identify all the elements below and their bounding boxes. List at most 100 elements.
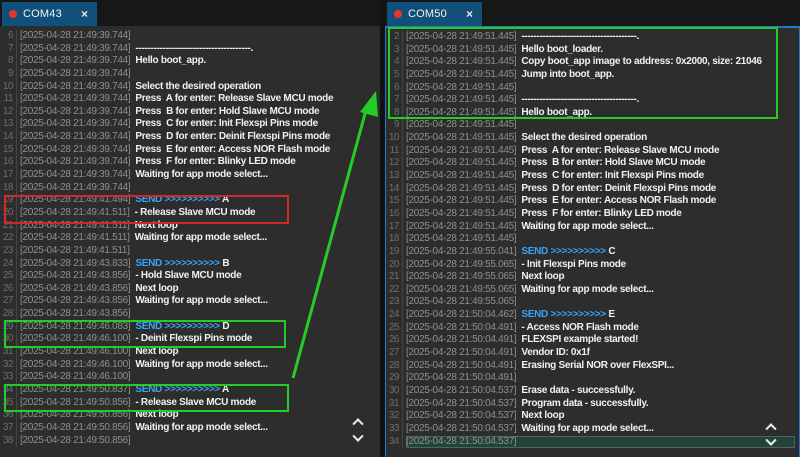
scroll-up-button[interactable]: [349, 414, 367, 430]
log-line[interactable]: 8 [2025-04-28 21:49:39.744] Hello boot_app…: [0, 55, 380, 68]
log-line[interactable]: 18 [2025-04-28 21:49:39.744]: [0, 181, 380, 195]
log-line[interactable]: 33 [2025-04-28 21:49:46.100]: [0, 371, 380, 384]
scroll-up-button[interactable]: [762, 419, 780, 435]
log-line[interactable]: 22 [2025-04-28 21:49:41.511] Waiting for a…: [0, 232, 380, 245]
log-line[interactable]: 18 [2025-04-28 21:49:51.445]: [386, 233, 799, 246]
log-line[interactable]: 34 [2025-04-28 21:50:04.537]: [386, 435, 799, 449]
log-line[interactable]: 9 [2025-04-28 21:49:51.445]: [386, 119, 799, 133]
log-line-content: [2025-04-28 21:49:39.744] Press F for ent…: [20, 156, 376, 169]
log-line[interactable]: 37 [2025-04-28 21:49:50.856] Waiting for a…: [0, 421, 380, 435]
log-line[interactable]: 30 [2025-04-28 21:50:04.537] Erase data - …: [386, 384, 799, 398]
line-number: 33: [386, 422, 403, 436]
tab-com43[interactable]: COM43 ×: [2, 2, 97, 26]
close-icon[interactable]: ×: [79, 8, 90, 20]
log-line[interactable]: 26 [2025-04-28 21:49:43.856] Next loop: [0, 282, 380, 296]
log-line[interactable]: 20 [2025-04-28 21:49:55.065] - Init Flexsp…: [386, 258, 799, 272]
line-number: 13: [0, 118, 17, 132]
log-line[interactable]: 11 [2025-04-28 21:49:39.744] Press A for e…: [0, 93, 380, 106]
log-line[interactable]: 23 [2025-04-28 21:49:41.511]: [0, 244, 380, 258]
log-line[interactable]: 4 [2025-04-28 21:49:51.445] Copy boot_app …: [386, 56, 799, 69]
log-line[interactable]: 5 [2025-04-28 21:49:51.445] Jump into boot…: [386, 68, 799, 82]
log-line[interactable]: 23 [2025-04-28 21:49:55.065]: [386, 296, 799, 310]
log-line-content: [2025-04-28 21:49:39.744] Press B for ent…: [20, 106, 376, 119]
line-number: 17: [0, 169, 17, 182]
line-number: 23: [0, 244, 17, 258]
log-line[interactable]: 7 [2025-04-28 21:49:39.744] --------------…: [0, 42, 380, 56]
log-line-content: [2025-04-28 21:49:51.445] Jump into boot_…: [406, 69, 795, 82]
log-line[interactable]: 10 [2025-04-28 21:49:51.445] Select the de…: [386, 132, 799, 145]
log-line-content: [2025-04-28 21:49:50.837] SEND >>>>>>>>>>…: [20, 384, 376, 397]
timestamp: [2025-04-28 21:49:51.445]: [406, 233, 517, 245]
log-line[interactable]: 16 [2025-04-28 21:49:51.445] Press F for e…: [386, 207, 799, 221]
log-message: Press E for enter: Access NOR Flash mode: [521, 195, 717, 207]
log-line[interactable]: 21 [2025-04-28 21:49:41.511] Next loop: [0, 219, 380, 233]
log-line[interactable]: 13 [2025-04-28 21:49:51.445] Press C for e…: [386, 170, 799, 183]
log-line-content: [2025-04-28 21:49:51.445] Press E for ent…: [406, 195, 795, 208]
log-line[interactable]: 22 [2025-04-28 21:49:55.065] Waiting for a…: [386, 283, 799, 297]
log-line[interactable]: 8 [2025-04-28 21:49:51.445] Hello boot_app…: [386, 106, 799, 120]
log-line[interactable]: 38 [2025-04-28 21:49:50.856]: [0, 434, 380, 448]
log-line[interactable]: 29 [2025-04-28 21:49:46.083] SEND >>>>>>>>…: [0, 320, 380, 334]
send-label: SEND >>>>>>>>>>: [135, 320, 220, 332]
log-line[interactable]: 14 [2025-04-28 21:49:51.445] Press D for e…: [386, 182, 799, 196]
log-line[interactable]: 25 [2025-04-28 21:49:43.856] - Hold Slave …: [0, 270, 380, 283]
log-line[interactable]: 20 [2025-04-28 21:49:41.511] - Release Sla…: [0, 206, 380, 220]
log-line[interactable]: 27 [2025-04-28 21:49:43.856] Waiting for a…: [0, 295, 380, 309]
timestamp: [2025-04-28 21:50:04.537]: [406, 384, 517, 396]
log-line[interactable]: 31 [2025-04-28 21:49:46.100] Next loop: [0, 346, 380, 359]
log-line[interactable]: 29 [2025-04-28 21:50:04.491]: [386, 372, 799, 385]
log-line[interactable]: 24 [2025-04-28 21:49:43.833] SEND >>>>>>>>…: [0, 257, 380, 271]
log-line[interactable]: 28 [2025-04-28 21:49:43.856]: [0, 308, 380, 321]
log-line[interactable]: 3 [2025-04-28 21:49:51.445] Hello boot_loa…: [386, 43, 799, 57]
log-line[interactable]: 19 [2025-04-28 21:49:41.494] SEND >>>>>>>>…: [0, 194, 380, 207]
tab-com50[interactable]: COM50 ×: [387, 2, 482, 26]
log-line[interactable]: 25 [2025-04-28 21:50:04.491] - Access NOR …: [386, 321, 799, 335]
timestamp: [2025-04-28 21:50:04.491]: [406, 359, 517, 371]
log-line[interactable]: 32 [2025-04-28 21:50:04.537] Next loop: [386, 410, 799, 423]
log-line[interactable]: 9 [2025-04-28 21:49:39.744]: [0, 67, 380, 81]
log-line[interactable]: 36 [2025-04-28 21:49:50.856] Next loop: [0, 409, 380, 422]
log-line[interactable]: 12 [2025-04-28 21:49:51.445] Press B for e…: [386, 157, 799, 171]
log-line[interactable]: 28 [2025-04-28 21:50:04.491] Erasing Seria…: [386, 359, 799, 373]
log-line[interactable]: 17 [2025-04-28 21:49:51.445] Waiting for a…: [386, 220, 799, 234]
log-line[interactable]: 21 [2025-04-28 21:49:55.065] Next loop: [386, 271, 799, 284]
line-number: 36: [0, 409, 17, 422]
timestamp: [2025-04-28 21:49:51.445]: [406, 144, 517, 156]
log-line[interactable]: 26 [2025-04-28 21:50:04.491] FLEXSPI examp…: [386, 334, 799, 348]
log-line[interactable]: 10 [2025-04-28 21:49:39.744] Select the de…: [0, 80, 380, 94]
line-number: 25: [386, 321, 403, 335]
log-line[interactable]: 12 [2025-04-28 21:49:39.744] Press B for e…: [0, 105, 380, 119]
scroll-down-button[interactable]: [349, 430, 367, 446]
log-line[interactable]: 6 [2025-04-28 21:49:39.744]: [0, 30, 380, 43]
log-line[interactable]: 34 [2025-04-28 21:49:50.837] SEND >>>>>>>>…: [0, 383, 380, 397]
timestamp: [2025-04-28 21:50:04.537]: [406, 397, 517, 409]
log-line[interactable]: 6 [2025-04-28 21:49:51.445]: [386, 81, 799, 95]
log-line[interactable]: 33 [2025-04-28 21:50:04.537] Waiting for a…: [386, 422, 799, 436]
log-line[interactable]: 30 [2025-04-28 21:49:46.100] - Deinit Flex…: [0, 333, 380, 347]
log-line[interactable]: 16 [2025-04-28 21:49:39.744] Press F for e…: [0, 156, 380, 170]
log-line[interactable]: 13 [2025-04-28 21:49:39.744] Press C for e…: [0, 118, 380, 132]
log-line[interactable]: 19 [2025-04-28 21:49:55.041] SEND >>>>>>>>…: [386, 245, 799, 259]
log-line[interactable]: 7 [2025-04-28 21:49:51.445] --------------…: [386, 94, 799, 107]
log-line[interactable]: 24 [2025-04-28 21:50:04.462] SEND >>>>>>>>…: [386, 309, 799, 322]
scroll-down-button[interactable]: [762, 434, 780, 450]
log-body-right[interactable]: 2 [2025-04-28 21:49:51.445] --------------…: [385, 26, 800, 457]
log-line-content: [2025-04-28 21:49:50.856] Waiting for app…: [20, 422, 376, 435]
log-line[interactable]: 31 [2025-04-28 21:50:04.537] Program data …: [386, 397, 799, 411]
log-line[interactable]: 14 [2025-04-28 21:49:39.744] Press D for e…: [0, 131, 380, 144]
log-line-content: [2025-04-28 21:49:46.100] Next loop: [20, 346, 376, 359]
log-line[interactable]: 11 [2025-04-28 21:49:51.445] Press A for e…: [386, 144, 799, 158]
log-line[interactable]: 35 [2025-04-28 21:49:50.856] - Release Sla…: [0, 396, 380, 410]
log-line[interactable]: 2 [2025-04-28 21:49:51.445] --------------…: [386, 31, 799, 44]
log-line-content: [2025-04-28 21:49:51.445] Copy boot_app i…: [406, 56, 795, 69]
log-message: Next loop: [521, 271, 565, 283]
log-message: Hello boot_app.: [135, 55, 206, 67]
close-icon[interactable]: ×: [464, 8, 475, 20]
log-line[interactable]: 15 [2025-04-28 21:49:51.445] Press E for e…: [386, 195, 799, 208]
log-line[interactable]: 17 [2025-04-28 21:49:39.744] Waiting for a…: [0, 169, 380, 182]
log-body-left[interactable]: 6 [2025-04-28 21:49:39.744] 7 [2025-04-28 2…: [0, 26, 380, 457]
log-message: Select the desired operation: [135, 80, 261, 92]
log-line[interactable]: 15 [2025-04-28 21:49:39.744] Press E for e…: [0, 143, 380, 157]
log-line[interactable]: 32 [2025-04-28 21:49:46.100] Waiting for a…: [0, 358, 380, 372]
log-line[interactable]: 27 [2025-04-28 21:50:04.491] Vendor ID: 0x…: [386, 347, 799, 360]
